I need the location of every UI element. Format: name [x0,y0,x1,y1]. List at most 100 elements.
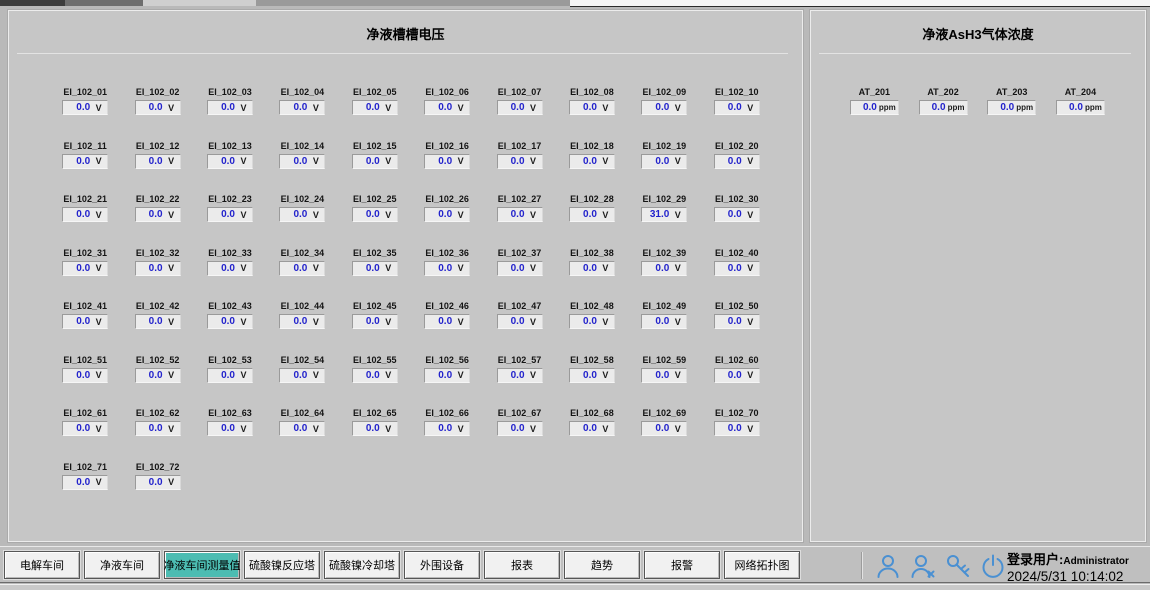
voltage-item: EI_102_2931.0V [628,193,700,247]
gas-item: AT_2030.0ppm [977,86,1046,140]
toolbar-button-2[interactable]: 净液车间 [84,551,160,579]
value-text: 0.0 [280,263,307,274]
value-text: 0.0 [425,102,452,113]
unit-text: V [380,156,397,166]
value-text: 0.0 [353,316,380,327]
voltage-item: EI_102_720.0V [121,461,193,515]
value-text: 0.0 [280,209,307,220]
value-box: 0.0V [424,314,470,329]
voltage-item: EI_102_150.0V [339,140,411,194]
value-text: 0.0 [715,209,742,220]
tag-label: EI_102_11 [64,140,107,152]
toolbar-button-1[interactable]: 电解车间 [4,551,80,579]
voltage-item: EI_102_540.0V [266,354,338,408]
voltage-item: EI_102_250.0V [339,193,411,247]
voltage-item: EI_102_320.0V [121,247,193,301]
unit-text: V [163,263,180,273]
voltage-item: EI_102_480.0V [556,300,628,354]
toolbar-button-4[interactable]: 硫酸镍反应塔 [244,551,320,579]
tag-label: EI_102_12 [136,140,180,152]
value-text: 0.0 [498,316,525,327]
toolbar-button-10[interactable]: 网络拓扑图 [724,551,800,579]
unit-text: V [380,263,397,273]
tag-label: EI_102_26 [425,193,469,205]
voltage-item: EI_102_560.0V [411,354,483,408]
unit-text: V [669,317,686,327]
voltage-item: EI_102_690.0V [628,407,700,461]
value-box: 0.0V [497,207,543,222]
toolbar-button-9[interactable]: 报警 [644,551,720,579]
window-chrome-segment [65,0,143,6]
value-text: 0.0 [498,423,525,434]
window-chrome-segment [570,0,1150,7]
tag-label: EI_102_28 [570,193,614,205]
value-box: 0.0V [569,154,615,169]
tag-label: EI_102_19 [643,140,687,152]
unit-text: V [307,103,324,113]
login-user-icon[interactable] [874,552,902,580]
toolbar-button-8[interactable]: 趋势 [564,551,640,579]
value-text: 0.0 [570,423,597,434]
session-icon-row [874,552,1007,580]
value-box: 0.0V [135,421,181,436]
unit-text: V [525,424,542,434]
tag-label: AT_201 [859,86,890,98]
unit-text: V [742,424,759,434]
unit-text: V [742,210,759,220]
tag-label: EI_102_62 [136,407,180,419]
voltage-item: EI_102_510.0V [49,354,121,408]
value-box: 0.0V [497,154,543,169]
voltage-item: EI_102_310.0V [49,247,121,301]
value-text: 0.0 [715,102,742,113]
toolbar-separator [862,552,863,579]
value-box: 0.0V [207,154,253,169]
tag-label: EI_102_30 [715,193,759,205]
logout-user-icon[interactable] [909,552,937,580]
tag-label: EI_102_64 [281,407,325,419]
voltage-item: EI_102_390.0V [628,247,700,301]
value-text: 0.0 [642,263,669,274]
gas-item: AT_2020.0ppm [909,86,978,140]
tag-label: EI_102_68 [570,407,614,419]
tag-label: EI_102_66 [425,407,469,419]
value-text: 0.0 [498,209,525,220]
toolbar-button-7[interactable]: 报表 [484,551,560,579]
unit-text: V [163,103,180,113]
unit-text: V [307,317,324,327]
voltage-item: EI_102_280.0V [556,193,628,247]
toolbar-button-3[interactable]: 净液车间测量值 [164,551,240,579]
tag-label: EI_102_05 [353,86,397,98]
value-text: 0.0 [208,263,235,274]
voltage-item: EI_102_010.0V [49,86,121,140]
value-text: 0.0 [136,156,163,167]
key-icon[interactable] [944,552,972,580]
value-box: 0.0V [135,475,181,490]
value-box: 0.0V [569,421,615,436]
tag-label: EI_102_42 [136,300,180,312]
unit-text: V [163,156,180,166]
power-icon[interactable] [979,552,1007,580]
toolbar-button-5[interactable]: 硫酸镍冷却塔 [324,551,400,579]
value-box: 0.0V [424,100,470,115]
unit-text: V [597,317,614,327]
unit-text: V [452,156,469,166]
tag-label: EI_102_09 [643,86,687,98]
unit-text: V [525,103,542,113]
unit-text: V [452,424,469,434]
voltage-item: EI_102_040.0V [266,86,338,140]
value-text: 0.0 [988,102,1014,113]
voltage-item: EI_102_590.0V [628,354,700,408]
value-box: 0.0V [62,207,108,222]
tag-label: EI_102_71 [63,461,107,473]
voltage-item: EI_102_350.0V [339,247,411,301]
toolbar-button-6[interactable]: 外围设备 [404,551,480,579]
tag-label: EI_102_52 [136,354,180,366]
voltage-item: EI_102_380.0V [556,247,628,301]
value-text: 0.0 [208,423,235,434]
datetime-display: 2024/5/31 10:14:02 [1007,569,1147,584]
voltage-item: EI_102_130.0V [194,140,266,194]
voltage-item: EI_102_600.0V [701,354,773,408]
value-box: 0.0V [279,261,325,276]
voltage-item: EI_102_410.0V [49,300,121,354]
value-text: 0.0 [570,209,597,220]
